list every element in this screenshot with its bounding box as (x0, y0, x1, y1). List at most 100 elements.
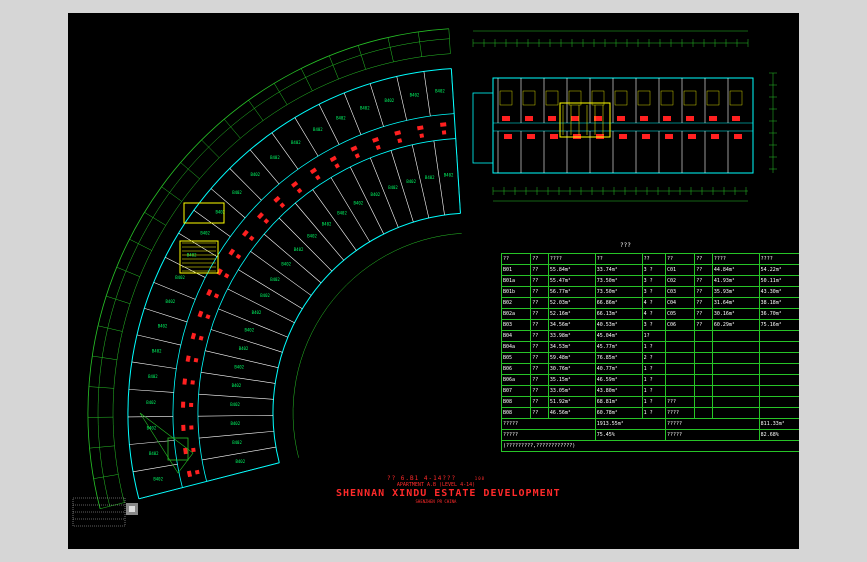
table-cell: 1 ? (641, 385, 666, 397)
dimension-tick (201, 139, 220, 158)
table-cell: C02 (664, 275, 696, 287)
table-cell (758, 330, 799, 342)
table-cell: 3 ? (641, 275, 666, 287)
room-furniture (614, 90, 628, 106)
bathroom-fixture (206, 288, 213, 297)
unit-partition (198, 393, 274, 400)
table-cell: ?? (694, 275, 713, 287)
room-tag: B402 (230, 421, 240, 426)
bathroom-fixture (205, 314, 211, 320)
table-row: B01a?? 55.47m² 73.50m² 3 ? C02?? 41.93m² 50.11… (500, 275, 799, 287)
table-cell: 76.85m² (594, 352, 643, 364)
room-tag: B402 (307, 234, 317, 239)
room-tag: B402 (260, 293, 270, 298)
table-cell: ?? (500, 253, 532, 265)
table-cell: B06 (500, 363, 532, 375)
unit-partition (200, 372, 276, 384)
table-cell (694, 363, 713, 375)
table-cell (711, 352, 760, 364)
table-cell: 66.13m² (594, 308, 643, 320)
table-cell: 1 ? (641, 396, 666, 408)
table-cell: ???? (547, 253, 596, 265)
bathroom-fixture (182, 378, 188, 385)
total-label: ????? (664, 429, 760, 441)
table-row: B02?? 52.03m² 66.86m² 4 ? C04?? 31.64m² 38.18m… (500, 297, 799, 309)
room-tag: B402 (158, 324, 168, 329)
table-cell: C03 (664, 286, 696, 298)
bathroom-fixture (709, 116, 717, 121)
table-cell: 68.81m² (594, 396, 643, 408)
table-cell: ?? (664, 253, 696, 265)
table-cell: 30.16m² (711, 308, 760, 320)
dimension-tick (300, 68, 313, 91)
bathroom-fixture (502, 116, 510, 121)
room-tag: B402 (425, 175, 435, 180)
room-tag: B402 (360, 106, 370, 111)
bathroom-fixture (190, 380, 195, 385)
table-cell (694, 341, 713, 353)
table-cell (758, 396, 799, 408)
dimension-tick (180, 162, 200, 179)
table-row: B08?? 46.56m² 60.78m² 1 ????? (500, 407, 799, 419)
bathroom-fixture (216, 268, 223, 276)
table-cell: B08 (500, 396, 532, 408)
bathroom-fixture (273, 195, 281, 203)
table-cell: 3 ? (641, 319, 666, 331)
room-tag: B402 (435, 89, 445, 94)
table-cell: 30.76m² (547, 363, 596, 375)
room-tag: B402 (270, 277, 280, 282)
bathroom-fixture (185, 355, 191, 362)
room-tag: B402 (153, 477, 163, 482)
unit-partition (128, 416, 174, 418)
table-cell: 45.77m² (594, 341, 643, 353)
table-cell: 52.16m² (547, 308, 596, 320)
table-cell: ?? (530, 407, 549, 419)
room-tag: B402 (230, 402, 240, 407)
table-cell (664, 352, 696, 364)
table-cell: 35.15m² (547, 374, 596, 386)
table-cell: ?? (694, 319, 713, 331)
table-cell: ?? (694, 264, 713, 276)
unit-partition (129, 440, 175, 445)
room-furniture (706, 90, 720, 106)
total-label: ????? (501, 429, 596, 441)
total-value: 811.33m² (758, 418, 799, 430)
room-tag: B402 (152, 349, 162, 354)
table-cell: 46.59m² (594, 374, 643, 386)
bathroom-fixture (571, 116, 579, 121)
total-label: ????? (501, 418, 596, 430)
bathroom-fixture (640, 116, 648, 121)
bathroom-fixture (617, 116, 625, 121)
unit-partition (165, 256, 206, 278)
table-cell: ?? (530, 253, 549, 265)
room-tag: B402 (444, 172, 454, 177)
table-cell: C01 (664, 264, 696, 276)
bathroom-fixture (419, 133, 425, 139)
table-cell: 66.86m² (594, 297, 643, 309)
table-cell: 46.56m² (547, 407, 596, 419)
table-cell: 60.78m² (594, 407, 643, 419)
bathroom-fixture (686, 116, 694, 121)
room-tag: B402 (410, 92, 420, 97)
table-cell (758, 374, 799, 386)
room-tag: B402 (281, 262, 291, 267)
table-cell: 2 ? (641, 352, 666, 364)
bathroom-fixture (228, 248, 236, 256)
bathroom-fixture (309, 167, 318, 175)
table-cell: ?? (530, 275, 549, 287)
dimension-tick (129, 238, 152, 251)
unit-partition (250, 251, 312, 296)
unit-partition (263, 233, 322, 284)
dimension-tick (161, 186, 182, 202)
table-cell (711, 363, 760, 375)
table-cell (694, 374, 713, 386)
bathroom-fixture (291, 180, 299, 188)
bathroom-fixture (350, 145, 358, 152)
table-cell: 34.53m² (547, 341, 596, 353)
unit-partition (271, 132, 299, 170)
unit-partition (238, 269, 303, 309)
dimension-arc (87, 28, 449, 509)
table-total-row: ????? 1913.55m²????? 811.33m² (501, 418, 799, 430)
room-tag: B402 (336, 115, 346, 120)
table-cell: 34.56m² (547, 319, 596, 331)
